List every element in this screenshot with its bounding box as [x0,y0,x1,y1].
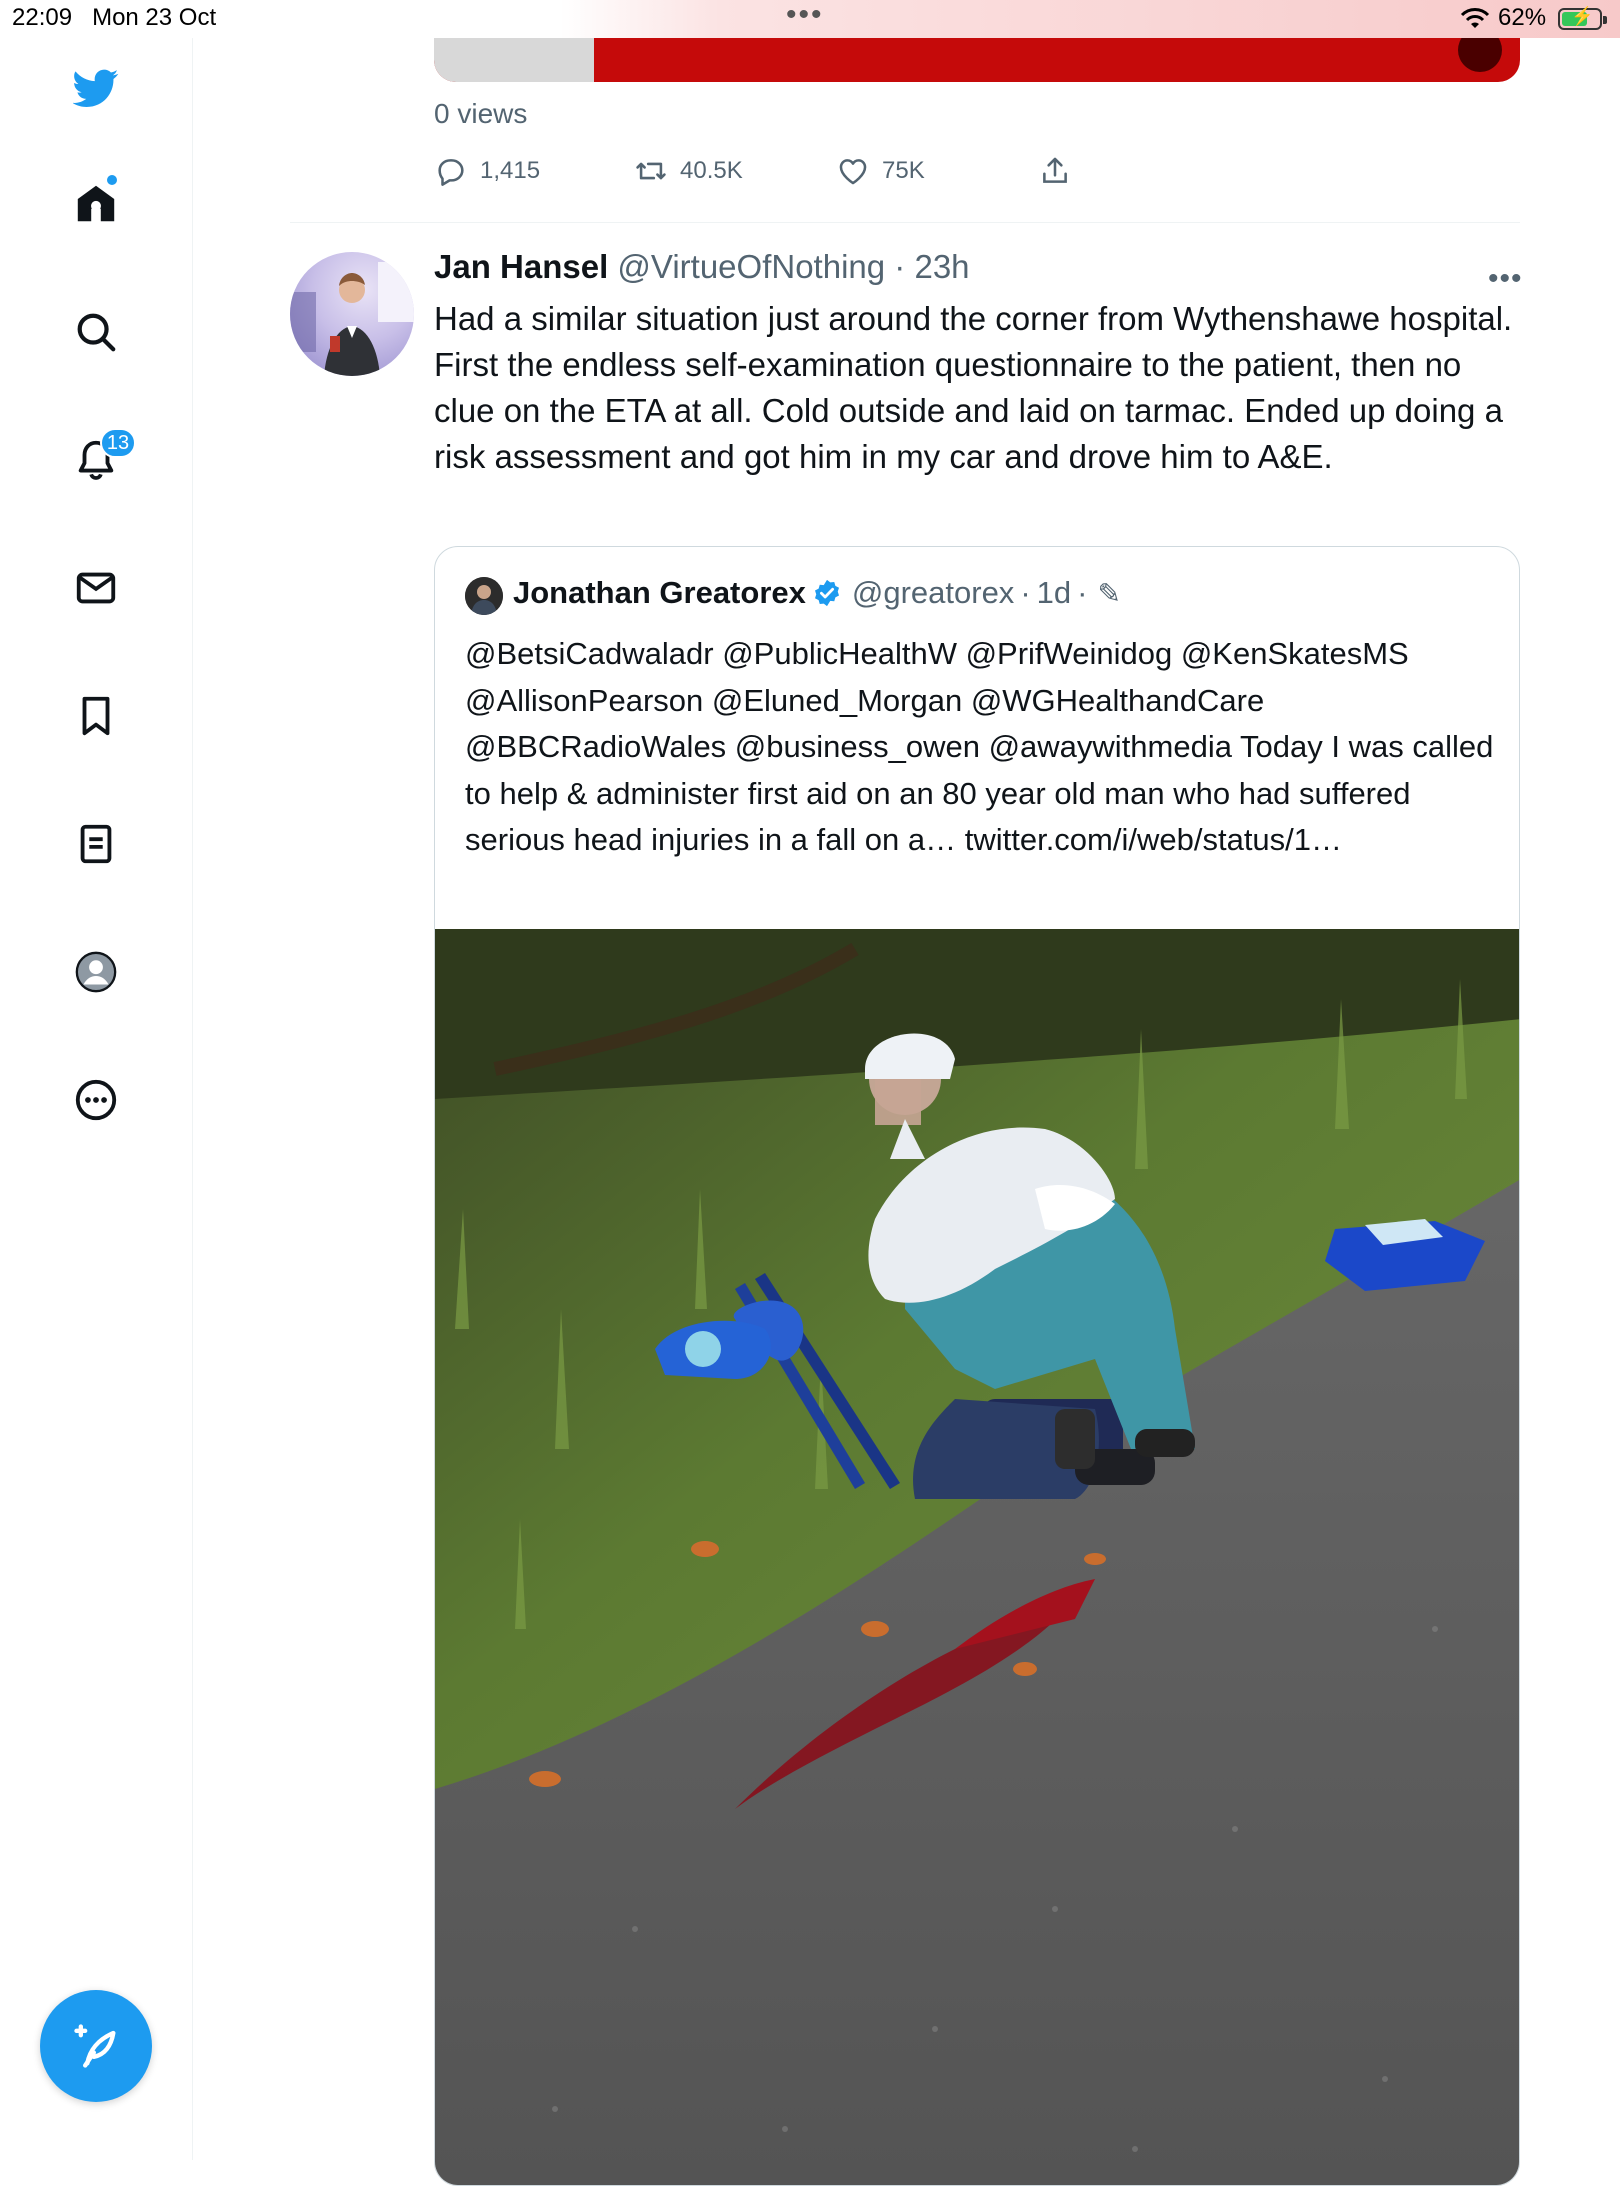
search-icon[interactable] [68,304,124,360]
charging-bolt-icon: ⚡ [1571,6,1594,26]
notifications-badge: 13 [100,428,136,458]
home-unread-dot [107,175,117,185]
mute-icon[interactable] [1458,38,1502,72]
compose-button[interactable] [40,1990,152,2102]
quoted-text: @BetsiCadwaladr @PublicHealthW @PrifWein… [465,636,1494,857]
tweet-time[interactable]: 23h [914,248,969,285]
share-button[interactable] [1038,154,1072,188]
like-count: 75K [882,157,925,184]
edited-pencil-icon: ✎ [1097,577,1121,609]
profile-icon[interactable] [68,944,124,1000]
home-icon[interactable] [68,176,124,232]
tweet-text: Had a similar situation just around the … [434,300,1513,475]
avatar[interactable] [290,252,414,376]
share-icon [1043,157,1067,183]
verified-badge-icon [814,579,839,607]
bookmark-icon[interactable] [68,688,124,744]
more-options-icon[interactable]: ••• [1488,262,1523,296]
heart-icon [839,159,867,185]
author-name[interactable]: Jan Hansel [434,248,608,285]
quoted-author-handle[interactable]: @greatorex [852,575,1014,611]
retweet-icon [636,162,666,180]
retweet-button[interactable]: 40.5K [634,154,743,188]
quoted-separator: · [1020,575,1031,610]
multitask-dots[interactable]: ••• [786,0,824,30]
more-circle-icon[interactable] [68,1072,124,1128]
previous-tweet-media[interactable] [434,38,1520,82]
status-time: 22:09 Mon 23 Oct [12,4,217,31]
quoted-author-name[interactable]: Jonathan Greatorex [513,575,806,611]
retweet-count: 40.5K [680,157,743,184]
wifi-icon [1460,8,1490,28]
tweet-header: Jan Hansel @VirtueOfNothing · 23h [434,248,970,286]
avatar-photo [290,262,414,376]
quoted-time[interactable]: 1d [1037,575,1071,611]
battery-percent: 62% [1498,4,1547,31]
quoted-header: Jonathan Greatorex @greatorex · 1d · ✎ [513,575,1121,611]
like-button[interactable]: 75K [836,154,925,188]
roadside-scene-image [435,929,1519,2185]
reply-icon [438,159,464,186]
author-handle[interactable]: @VirtueOfNothing [617,248,885,285]
quoted-avatar [465,577,503,615]
view-count: 0 views [434,98,528,129]
feather-plus-icon [74,2024,116,2068]
quoted-photo[interactable] [435,929,1519,2185]
list-icon[interactable] [68,816,124,872]
quoted-tweet[interactable]: Jonathan Greatorex @greatorex · 1d · ✎ @… [434,546,1520,2186]
tweet-divider [290,222,1520,223]
reply-count: 1,415 [480,157,541,184]
status-bar: 22:09 Mon 23 Oct ••• 62% ⚡ [0,0,1620,38]
header-separator: · [894,248,906,285]
mail-icon[interactable] [68,560,124,616]
twitter-bird-icon[interactable] [68,60,124,116]
reply-button[interactable]: 1,415 [434,154,540,188]
quoted-separator-2: · [1077,575,1088,610]
